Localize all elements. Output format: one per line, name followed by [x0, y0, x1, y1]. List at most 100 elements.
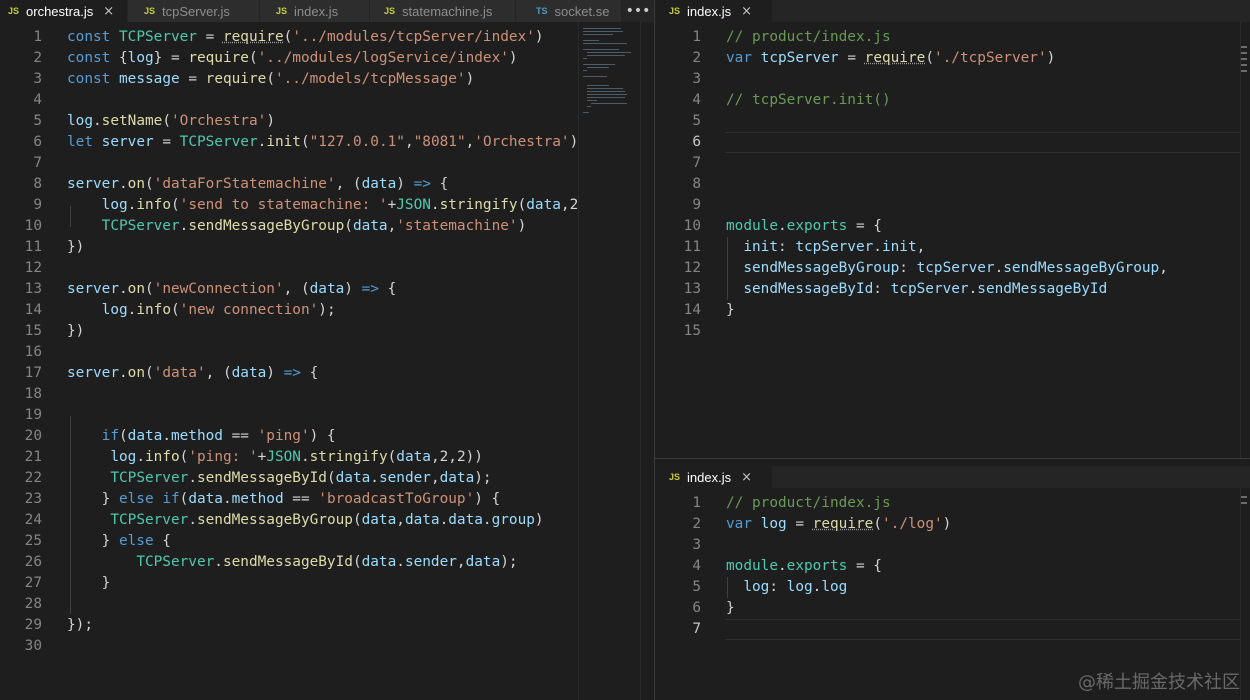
minimap-line: [587, 67, 609, 68]
bottom-right-tab-bar: JS index.js ×: [655, 466, 1250, 488]
line-number: 2: [692, 516, 701, 532]
code-line: 1 const TCPServer = require('../modules/t…: [0, 27, 578, 48]
code-line: 12 sendMessageByGroup: tcpServer.sendMes…: [655, 258, 1250, 279]
code-line: 3: [655, 69, 1250, 90]
tab-orchestra-js[interactable]: JS orchestra.js ×: [0, 0, 128, 22]
line-number: 4: [692, 558, 701, 574]
line-number: 4: [33, 92, 42, 108]
code-line: 1 // product/index.js: [655, 493, 1250, 514]
code-line: 7: [655, 619, 1250, 640]
code-text: var log = require('./log'): [726, 516, 952, 532]
js-file-icon: JS: [384, 6, 396, 16]
line-number: 8: [33, 176, 42, 192]
top-right-editor[interactable]: 1 // product/index.js 2 var tcpServer = re…: [655, 22, 1250, 458]
line-number: 26: [24, 554, 42, 570]
code-line: 3 const message = require('../models/tcpM…: [0, 69, 578, 90]
code-line: 25 } else {: [0, 531, 578, 552]
js-file-icon: JS: [144, 6, 156, 16]
minimap-line: [583, 31, 623, 32]
code-text: TCPServer.sendMessageById(data.sender,da…: [110, 470, 492, 486]
code-line: 15: [655, 321, 1250, 342]
code-line: 4 module.exports = {: [655, 556, 1250, 577]
code-text: // tcpServer.init(): [726, 92, 891, 108]
line-number: 6: [33, 134, 42, 150]
line-number: 3: [692, 537, 701, 553]
line-number: 9: [692, 197, 701, 213]
line-number: 7: [33, 155, 42, 171]
tab-label: orchestra.js: [26, 3, 94, 19]
line-number: 21: [24, 449, 42, 465]
code-text: }): [67, 323, 85, 339]
code-text: log.info('new connection');: [101, 302, 336, 318]
minimap-line: [591, 103, 627, 104]
tab-product-index-js[interactable]: JS index.js ×: [655, 0, 773, 22]
code-line: 17 server.on('data', (data) => {: [0, 363, 578, 384]
code-line: 9 log.info('send to statemachine: '+JSON…: [0, 195, 578, 216]
code-text: server.on('dataForStatemachine', (data) …: [67, 176, 449, 192]
minimap-line: [587, 94, 627, 95]
tab-log-index-js[interactable]: JS index.js ×: [655, 466, 773, 488]
minimap-line: [583, 64, 615, 65]
code-text: }: [726, 302, 735, 318]
code-text: server.on('newConnection', (data) => {: [67, 281, 397, 297]
code-line: 28: [0, 594, 578, 615]
minimap-line: [587, 88, 623, 89]
code-line: 16: [0, 342, 578, 363]
code-text: const TCPServer = require('../modules/tc…: [67, 29, 544, 45]
code-line: 21 log.info('ping: '+JSON.stringify(data…: [0, 447, 578, 468]
close-icon[interactable]: ×: [741, 470, 752, 485]
minimap-line: [583, 112, 589, 113]
code-line: 18: [0, 384, 578, 405]
top-right-tab-bar: JS index.js ×: [655, 0, 1250, 22]
close-icon[interactable]: ×: [741, 4, 752, 19]
code-line: 30: [0, 636, 578, 657]
code-text: // product/index.js: [726, 495, 891, 511]
tab-socket-ts[interactable]: TS socket.se: [516, 0, 622, 22]
code-line: 7: [0, 153, 578, 174]
minimap-line: [587, 85, 609, 86]
code-line: 20 if(data.method == 'ping') {: [0, 426, 578, 447]
code-text: log.info('ping: '+JSON.stringify(data,2,…: [110, 449, 483, 465]
code-text: log.info('send to statemachine: '+JSON.s…: [101, 197, 578, 213]
tab-label: index.js: [687, 3, 732, 19]
minimap-line: [583, 70, 587, 71]
code-line: 26 TCPServer.sendMessageById(data.sender…: [0, 552, 578, 573]
minimap-line: [583, 34, 613, 35]
line-number: 13: [683, 281, 701, 297]
left-editor-scrollbar[interactable]: [640, 22, 654, 700]
tab-tcpserver-js[interactable]: JS tcpServer.js: [128, 0, 260, 22]
left-editor[interactable]: 1 const TCPServer = require('../modules/t…: [0, 22, 578, 700]
tab-label: socket.se: [554, 3, 610, 19]
minimap-line: [583, 49, 619, 50]
horizontal-split-divider[interactable]: [655, 458, 1250, 459]
tab-label: tcpServer.js: [162, 3, 230, 19]
code-line: 27 }: [0, 573, 578, 594]
line-number: 30: [24, 638, 42, 654]
code-line: 12: [0, 258, 578, 279]
tab-statemachine-js[interactable]: JS statemachine.js: [370, 0, 516, 22]
code-line: 9: [655, 195, 1250, 216]
line-number: 12: [683, 260, 701, 276]
code-text: server.on('data', (data) => {: [67, 365, 319, 381]
line-number: 20: [24, 428, 42, 444]
code-line: 5: [655, 111, 1250, 132]
code-line: 7: [655, 153, 1250, 174]
code-line: 4: [0, 90, 578, 111]
minimap-line: [583, 40, 599, 41]
code-text: log: log.log: [743, 579, 848, 595]
close-icon[interactable]: ×: [103, 4, 114, 19]
tab-label: statemachine.js: [402, 3, 493, 19]
minimap[interactable]: [578, 22, 640, 700]
minimap-line: [583, 28, 621, 29]
line-number: 25: [24, 533, 42, 549]
code-text: const {log} = require('../modules/logSer…: [67, 50, 518, 66]
js-file-icon: JS: [669, 472, 681, 482]
code-line: 5 log: log.log: [655, 577, 1250, 598]
code-text: }: [726, 600, 735, 616]
line-number: 27: [24, 575, 42, 591]
code-text: TCPServer.sendMessageByGroup(data,'state…: [101, 218, 527, 234]
more-actions-icon[interactable]: •••: [622, 0, 654, 22]
line-number: 3: [692, 71, 701, 87]
tab-index-js[interactable]: JS index.js: [260, 0, 370, 22]
code-text: } else if(data.method == 'broadcastToGro…: [67, 491, 501, 507]
